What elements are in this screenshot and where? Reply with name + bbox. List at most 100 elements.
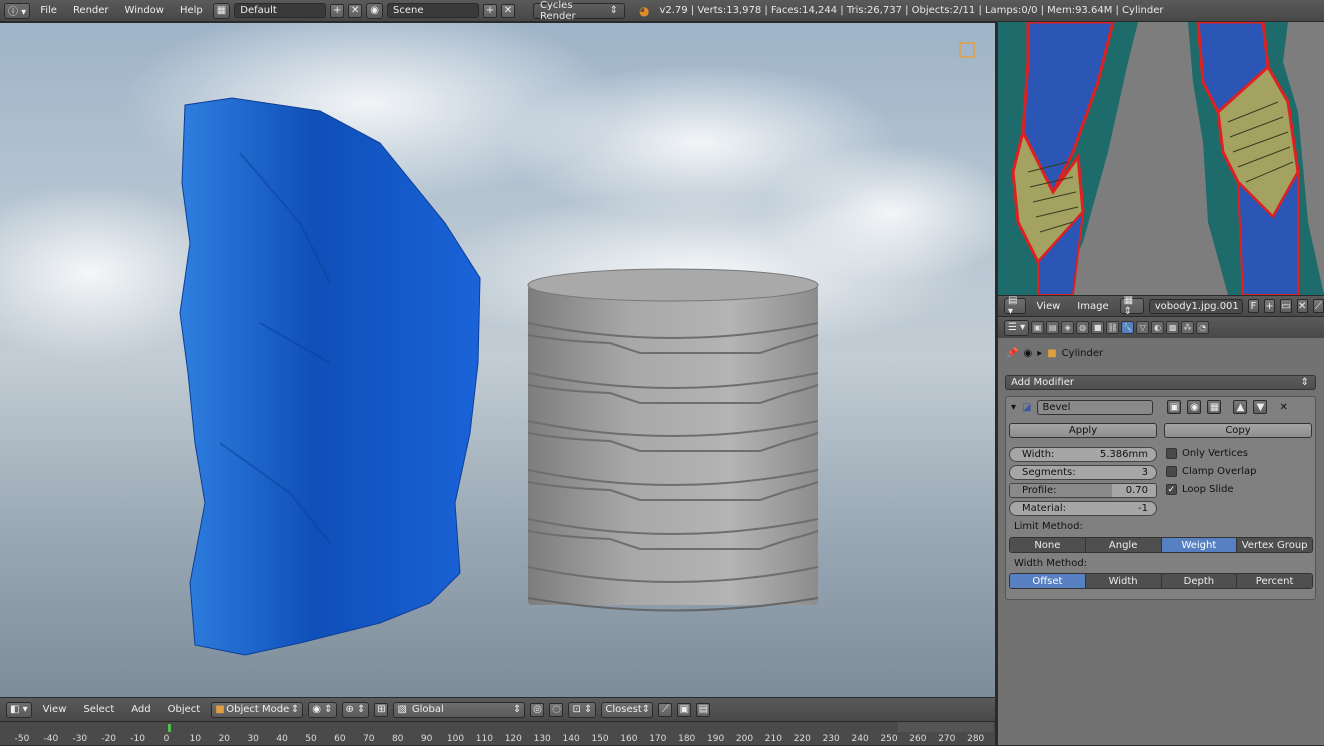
limit-vertex-group-option[interactable]: Vertex Group bbox=[1237, 538, 1312, 552]
editor-type-3d-icon[interactable]: ◧ ▾ bbox=[6, 701, 32, 718]
show-viewport-icon[interactable]: ◉ bbox=[1187, 400, 1202, 414]
texture-tab-icon[interactable]: ▩ bbox=[1166, 321, 1180, 334]
clamp-overlap-checkbox[interactable]: Clamp Overlap bbox=[1166, 466, 1256, 477]
browse-image-icon[interactable]: ▦ ⇕ bbox=[1119, 295, 1144, 317]
image-name-field[interactable]: vobody1.jpg.001 bbox=[1148, 298, 1243, 314]
loop-slide-checkbox[interactable]: ✓ Loop Slide bbox=[1166, 484, 1234, 495]
limit-weight-option[interactable]: Weight bbox=[1161, 538, 1238, 552]
add-modifier-label: Add Modifier bbox=[1011, 377, 1074, 388]
cube-icon: ■ bbox=[215, 704, 225, 715]
show-render-icon[interactable]: ▣ bbox=[1167, 400, 1182, 414]
menu-view[interactable]: View bbox=[37, 704, 73, 715]
delete-modifier-icon[interactable]: ✕ bbox=[1279, 402, 1287, 413]
clamp-overlap-label: Clamp Overlap bbox=[1182, 466, 1257, 477]
data-tab-icon[interactable]: ▽ bbox=[1136, 321, 1150, 334]
3d-viewport[interactable] bbox=[0, 23, 995, 697]
material-tab-icon[interactable]: ◐ bbox=[1151, 321, 1165, 334]
width-field[interactable]: Width: 5.386mm bbox=[1009, 447, 1157, 462]
timeline-tick-label: 40 bbox=[276, 734, 288, 744]
screen-layout-icon[interactable]: ▦ bbox=[212, 2, 231, 19]
render-engine-select[interactable]: Cycles Render ⇕ bbox=[532, 0, 625, 22]
add-screen-icon[interactable]: + bbox=[330, 3, 345, 18]
shading-select-icon[interactable]: ◉ ⇕ bbox=[308, 701, 337, 718]
move-down-icon[interactable]: ▼ bbox=[1253, 400, 1268, 414]
pivot-select-icon[interactable]: ⊕ ⇕ bbox=[341, 701, 370, 718]
render-tab-icon[interactable]: ▣ bbox=[1031, 321, 1045, 334]
new-image-icon[interactable]: + bbox=[1263, 299, 1276, 313]
timeline-tick-label: -20 bbox=[101, 734, 117, 744]
scene-tab-icon[interactable]: ◈ bbox=[1061, 321, 1075, 334]
menu-render[interactable]: Render bbox=[67, 5, 115, 16]
unlink-image-icon[interactable]: ✕ bbox=[1296, 299, 1308, 313]
render-animation-icon[interactable]: ▤ bbox=[696, 702, 711, 717]
object-tab-icon[interactable]: ■ bbox=[1091, 321, 1105, 334]
menu-add[interactable]: Add bbox=[125, 704, 156, 715]
image-editor[interactable] bbox=[998, 22, 1324, 295]
snap-element-icon[interactable]: ⊡ ⇕ bbox=[568, 701, 597, 718]
only-vertices-checkbox[interactable]: Only Vertices bbox=[1166, 448, 1248, 459]
limit-none-option[interactable]: None bbox=[1010, 538, 1086, 552]
menu-window[interactable]: Window bbox=[119, 5, 170, 16]
width-width-option[interactable]: Width bbox=[1085, 574, 1162, 588]
collapse-triangle-icon[interactable]: ▾ bbox=[1011, 402, 1016, 413]
remove-screen-icon[interactable]: ✕ bbox=[348, 3, 363, 18]
menu-image-view[interactable]: View bbox=[1031, 301, 1067, 312]
timeline-tick-label: 130 bbox=[533, 734, 551, 744]
timeline-tick-label: 260 bbox=[909, 734, 927, 744]
pin-image-icon[interactable]: ⟋ bbox=[1312, 299, 1324, 313]
world-tab-icon[interactable]: ◍ bbox=[1076, 321, 1090, 334]
layers-icon[interactable]: ◎ bbox=[530, 702, 545, 717]
orientation-select[interactable]: ▧ Global ⇕ bbox=[393, 701, 526, 718]
open-image-icon[interactable]: ▭ bbox=[1280, 299, 1292, 313]
snap-target-label: Closest bbox=[605, 704, 642, 715]
manipulator-icon[interactable]: ⊞ bbox=[374, 702, 389, 717]
timeline-tick-label: 220 bbox=[793, 734, 811, 744]
copy-button[interactable]: Copy bbox=[1164, 423, 1312, 438]
timeline-tick-label: 60 bbox=[334, 734, 346, 744]
menu-select[interactable]: Select bbox=[77, 704, 120, 715]
modifiers-tab-icon[interactable]: 🔧 bbox=[1121, 321, 1135, 334]
snap-target-select[interactable]: Closest ⇕ bbox=[601, 701, 654, 718]
material-field[interactable]: Material: -1 bbox=[1009, 501, 1157, 516]
timeline-tick-label: 50 bbox=[305, 734, 317, 744]
show-editmode-icon[interactable]: ▦ bbox=[1207, 400, 1222, 414]
remove-scene-icon[interactable]: ✕ bbox=[500, 3, 515, 18]
constraints-tab-icon[interactable]: ⛓ bbox=[1106, 321, 1120, 334]
render-layers-tab-icon[interactable]: ▤ bbox=[1046, 321, 1060, 334]
snap-align-icon[interactable]: ⟋ bbox=[658, 702, 673, 717]
editor-type-properties-icon[interactable]: ☰ ▾ bbox=[1004, 319, 1030, 336]
add-modifier-dropdown[interactable]: Add Modifier ⇕ bbox=[1005, 375, 1316, 390]
width-percent-option[interactable]: Percent bbox=[1237, 574, 1312, 588]
move-up-icon[interactable]: ▲ bbox=[1233, 400, 1248, 414]
menu-file[interactable]: File bbox=[34, 5, 63, 16]
scene-icon[interactable]: ◉ bbox=[366, 2, 383, 19]
fake-user-button[interactable]: F bbox=[1247, 299, 1259, 313]
mode-select[interactable]: ■ Object Mode ⇕ bbox=[211, 701, 304, 718]
current-frame-marker[interactable] bbox=[168, 724, 171, 732]
menu-image[interactable]: Image bbox=[1071, 301, 1114, 312]
add-scene-icon[interactable]: + bbox=[482, 3, 497, 18]
editor-type-image-icon[interactable]: ▤ ▾ bbox=[1004, 295, 1026, 317]
limit-angle-option[interactable]: Angle bbox=[1085, 538, 1162, 552]
scene-field[interactable]: Scene bbox=[386, 3, 479, 18]
proportional-edit-icon[interactable]: ◌ bbox=[549, 702, 564, 717]
pin-icon[interactable]: 📌 bbox=[1006, 348, 1018, 359]
timeline-scroll[interactable] bbox=[898, 722, 993, 732]
render-preview-icon[interactable]: ▣ bbox=[677, 702, 692, 717]
timeline-tick-label: 30 bbox=[247, 734, 259, 744]
screen-layout-field[interactable]: Default bbox=[234, 3, 327, 18]
menu-object[interactable]: Object bbox=[162, 704, 207, 715]
blender-logo-icon: ◕ bbox=[638, 3, 650, 18]
editor-type-info-icon[interactable]: ⓘ ▾ bbox=[4, 2, 31, 19]
width-depth-option[interactable]: Depth bbox=[1161, 574, 1238, 588]
menu-help[interactable]: Help bbox=[174, 5, 209, 16]
profile-slider[interactable]: Profile: 0.70 bbox=[1009, 483, 1157, 498]
timeline[interactable]: -50 -40 -30 -20 -10 0 10 20 30 40 50 60 70 80 90 100 110… bbox=[0, 721, 995, 745]
modifier-name-field[interactable]: Bevel bbox=[1037, 399, 1154, 415]
physics-tab-icon[interactable]: ◔ bbox=[1196, 321, 1210, 334]
timeline-tick-label: 170 bbox=[649, 734, 667, 744]
width-offset-option[interactable]: Offset bbox=[1010, 574, 1086, 588]
segments-field[interactable]: Segments: 3 bbox=[1009, 465, 1157, 480]
particles-tab-icon[interactable]: ⁂ bbox=[1181, 321, 1195, 334]
apply-button[interactable]: Apply bbox=[1009, 423, 1157, 438]
